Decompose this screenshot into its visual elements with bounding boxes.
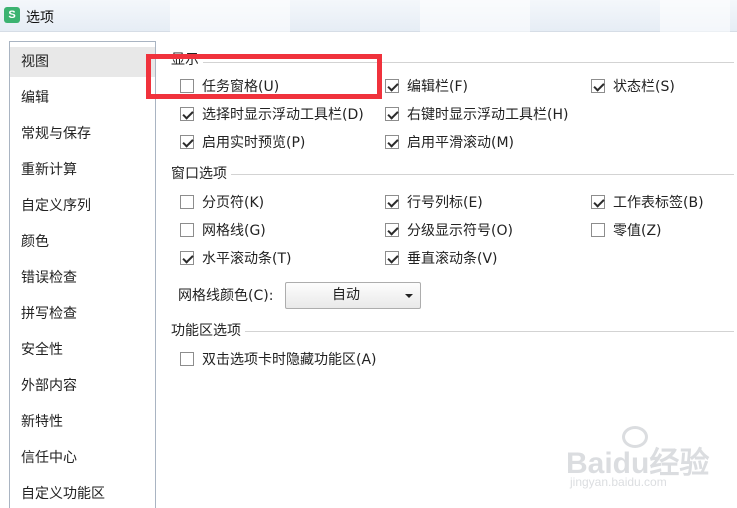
sidebar-item-spell-check[interactable]: 拼写检查 [10,299,155,329]
option-vertical-scrollbar[interactable]: 垂直滚动条(V) [385,247,498,269]
option-float-toolbar-right-click[interactable]: 右键时显示浮动工具栏(H) [385,103,568,125]
option-horizontal-scrollbar[interactable]: 水平滚动条(T) [180,247,291,269]
live-preview-checkbox[interactable] [180,135,194,149]
formula-bar-label: 编辑栏(F) [407,79,468,95]
sheet-tabs-checkbox[interactable] [591,195,605,209]
option-float-toolbar-select[interactable]: 选择时显示浮动工具栏(D) [180,103,364,125]
zero-values-label: 零值(Z) [613,223,662,239]
outline-symbols-label: 分级显示符号(O) [407,223,513,239]
sidebar-item-general-save[interactable]: 常规与保存 [10,119,155,149]
highlight-box [146,54,382,99]
option-sheet-tabs[interactable]: 工作表标签(B) [591,191,704,213]
sidebar-item-new-features[interactable]: 新特性 [10,407,155,437]
hide-ribbon-checkbox[interactable] [180,352,194,366]
sidebar-item-error-check[interactable]: 错误检查 [10,263,155,293]
live-preview-label: 启用实时预览(P) [202,135,306,151]
title-bar: S 选项 [0,0,737,32]
smooth-scroll-label: 启用平滑滚动(M) [407,135,515,151]
sidebar-item-customize-ribbon[interactable]: 自定义功能区 [10,479,155,508]
gridlines-checkbox[interactable] [180,223,194,237]
sidebar-item-color[interactable]: 颜色 [10,227,155,257]
sidebar-item-edit[interactable]: 编辑 [10,83,155,113]
sidebar-item-recalculate[interactable]: 重新计算 [10,155,155,185]
option-hide-ribbon-double-click[interactable]: 双击选项卡时隐藏功能区(A) [180,348,377,370]
option-live-preview[interactable]: 启用实时预览(P) [180,131,305,153]
row-col-headers-label: 行号列标(E) [407,195,483,211]
sheet-tabs-label: 工作表标签(B) [613,195,704,211]
gridlines-label: 网格线(G) [202,223,266,239]
float-toolbar-right-click-checkbox[interactable] [385,107,399,121]
section-divider [174,174,734,175]
chevron-down-icon [405,294,413,298]
sidebar-item-custom-lists[interactable]: 自定义序列 [10,191,155,221]
gridline-color-select[interactable]: 自动 [285,282,421,309]
row-col-headers-checkbox[interactable] [385,195,399,209]
option-page-breaks[interactable]: 分页符(K) [180,191,264,213]
zero-values-checkbox[interactable] [591,223,605,237]
option-status-bar[interactable]: 状态栏(S) [591,75,675,97]
smooth-scroll-checkbox[interactable] [385,135,399,149]
float-toolbar-select-label: 选择时显示浮动工具栏(D) [202,107,364,123]
option-formula-bar[interactable]: 编辑栏(F) [385,75,468,97]
watermark-url: jingyan.baidu.com [570,475,667,489]
app-icon: S [4,7,20,23]
window-title: 选项 [26,10,54,26]
gridline-color-value: 自动 [332,287,360,303]
horizontal-scrollbar-label: 水平滚动条(T) [202,251,292,267]
gridline-color-label: 网格线颜色(C): [178,288,274,304]
blurred-toolbar-area [170,0,290,32]
hide-ribbon-label: 双击选项卡时隐藏功能区(A) [202,352,377,368]
sidebar-item-security[interactable]: 安全性 [10,335,155,365]
option-smooth-scroll[interactable]: 启用平滑滚动(M) [385,131,514,153]
formula-bar-checkbox[interactable] [385,79,399,93]
page-breaks-label: 分页符(K) [202,195,265,211]
baidu-watermark: Baidu经验 jingyan.baidu.com [560,420,730,500]
page-breaks-checkbox[interactable] [180,195,194,209]
horizontal-scrollbar-checkbox[interactable] [180,251,194,265]
option-gridlines[interactable]: 网格线(G) [180,219,266,241]
sidebar-item-trust-center[interactable]: 信任中心 [10,443,155,473]
float-toolbar-right-click-label: 右键时显示浮动工具栏(H) [407,107,569,123]
float-toolbar-select-checkbox[interactable] [180,107,194,121]
status-bar-checkbox[interactable] [591,79,605,93]
option-outline-symbols[interactable]: 分级显示符号(O) [385,219,513,241]
status-bar-label: 状态栏(S) [613,79,675,95]
vertical-scrollbar-checkbox[interactable] [385,251,399,265]
sidebar-item-view[interactable]: 视图 [10,47,155,77]
outline-symbols-checkbox[interactable] [385,223,399,237]
sidebar-item-external-content[interactable]: 外部内容 [10,371,155,401]
vertical-scrollbar-label: 垂直滚动条(V) [407,251,498,267]
option-zero-values[interactable]: 零值(Z) [591,219,662,241]
blurred-toolbar-area [660,0,730,32]
option-row-col-headers[interactable]: 行号列标(E) [385,191,483,213]
blurred-toolbar-area [420,0,530,32]
section-heading-ribbon: 功能区选项 [171,321,245,341]
section-divider [174,331,734,332]
options-sidebar: 视图 编辑 常规与保存 重新计算 自定义序列 颜色 错误检查 拼写检查 安全性 … [9,41,156,508]
section-heading-window-options: 窗口选项 [171,164,231,184]
